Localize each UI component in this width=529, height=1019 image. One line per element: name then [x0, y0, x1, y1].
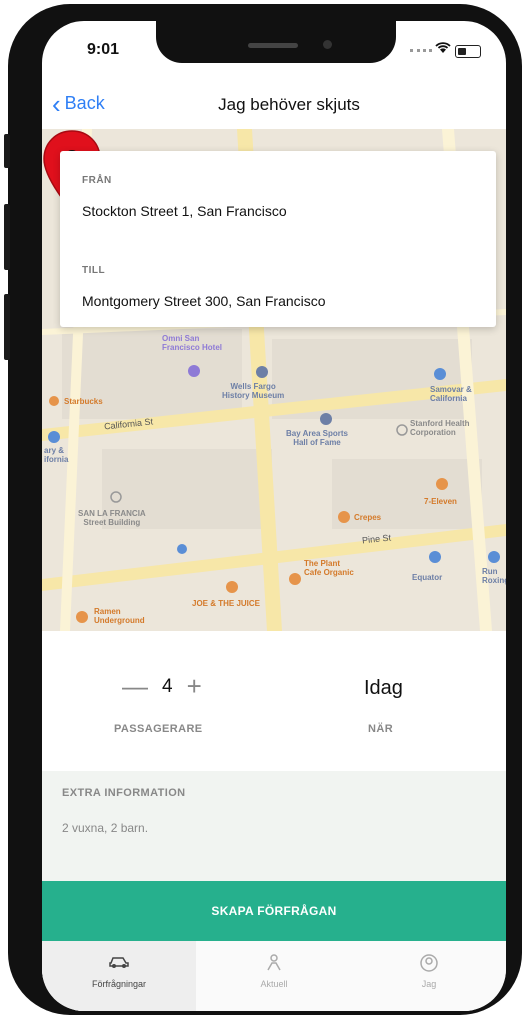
poi-ramen[interactable]: Ramen Underground: [94, 607, 145, 625]
tab-bar: Förfrågningar Aktuell Jag: [42, 941, 506, 1011]
tab-me-label: Jag: [421, 979, 437, 989]
camera: [323, 40, 332, 49]
when-value[interactable]: Idag: [364, 677, 403, 700]
decrement-button[interactable]: —: [122, 671, 148, 702]
tab-current[interactable]: Aktuell: [197, 941, 351, 1011]
from-field[interactable]: Stockton Street 1, San Francisco: [82, 203, 287, 219]
volume-down-button: [4, 294, 10, 360]
poi-crepes[interactable]: Crepes: [354, 513, 381, 522]
poi-roxing[interactable]: Run Roxing: [482, 567, 506, 585]
to-field[interactable]: Montgomery Street 300, San Francisco: [82, 293, 326, 309]
extra-information-text[interactable]: 2 vuxna, 2 barn.: [62, 821, 148, 835]
phone-frame: 9:01 ‹ Back Jag behöver skjuts Californi…: [4, 4, 522, 1015]
poi-equator[interactable]: Equator: [412, 573, 442, 582]
passengers-label: PASSAGERARE: [114, 723, 203, 735]
poi-street-building[interactable]: SAN LA FRANCIA Street Building: [78, 509, 146, 527]
route-card: FRÅN Stockton Street 1, San Francisco TI…: [60, 151, 496, 327]
page-title: Jag behöver skjuts: [218, 95, 360, 114]
poi-samovar[interactable]: Samovar & California: [430, 385, 472, 403]
poi-wells-fargo[interactable]: Wells Fargo History Museum: [222, 382, 284, 400]
signal-icon: [410, 49, 432, 55]
poi-joe-juice[interactable]: JOE & THE JUICE: [192, 599, 260, 608]
volume-up-button: [4, 204, 10, 270]
from-label: FRÅN: [82, 175, 112, 186]
create-request-button[interactable]: SKAPA FÖRFRÅGAN: [42, 881, 506, 941]
ride-icon: [197, 953, 351, 975]
tab-current-label: Aktuell: [260, 979, 288, 989]
wifi-icon: [435, 41, 451, 57]
navigation-bar: ‹ Back Jag behöver skjuts: [42, 77, 506, 130]
increment-button[interactable]: +: [187, 671, 202, 702]
poi-starbucks[interactable]: Starbucks: [64, 397, 103, 406]
extra-information-label: EXTRA INFORMATION: [62, 787, 186, 799]
poi-omni-hotel[interactable]: Omni San Francisco Hotel: [162, 334, 222, 352]
extra-information-section[interactable]: EXTRA INFORMATION 2 vuxna, 2 barn.: [42, 771, 506, 881]
mute-switch: [4, 134, 10, 168]
to-label: TILL: [82, 265, 106, 276]
poi-left-edge[interactable]: ary & ifornia: [44, 446, 68, 464]
tab-me[interactable]: Jag: [352, 941, 506, 1011]
status-time: 9:01: [87, 41, 120, 58]
car-icon: [42, 953, 196, 975]
poi-seven-eleven[interactable]: 7-Eleven: [424, 497, 457, 506]
when-label: NÄR: [368, 723, 394, 735]
poi-stanford[interactable]: Stanford Health Corporation: [410, 419, 470, 437]
trip-controls: — 4 + PASSAGERARE Idag NÄR: [42, 631, 506, 771]
passenger-count: 4: [162, 675, 173, 697]
notch: [156, 21, 396, 63]
screen: 9:01 ‹ Back Jag behöver skjuts Californi…: [42, 21, 506, 1011]
profile-icon: [352, 953, 506, 975]
speaker: [248, 43, 298, 48]
poi-plant-cafe[interactable]: The Plant Cafe Organic: [304, 559, 354, 577]
map-view[interactable]: California St Pine St Omni San Francisco…: [42, 129, 506, 631]
poi-bay-area-sports[interactable]: Bay Area Sports Hall of Fame: [286, 429, 348, 447]
battery-icon: [455, 45, 481, 58]
passenger-stepper: — 4 +: [122, 671, 202, 702]
tab-requests-label: Förfrågningar: [91, 979, 147, 989]
tab-requests[interactable]: Förfrågningar: [42, 941, 196, 1011]
